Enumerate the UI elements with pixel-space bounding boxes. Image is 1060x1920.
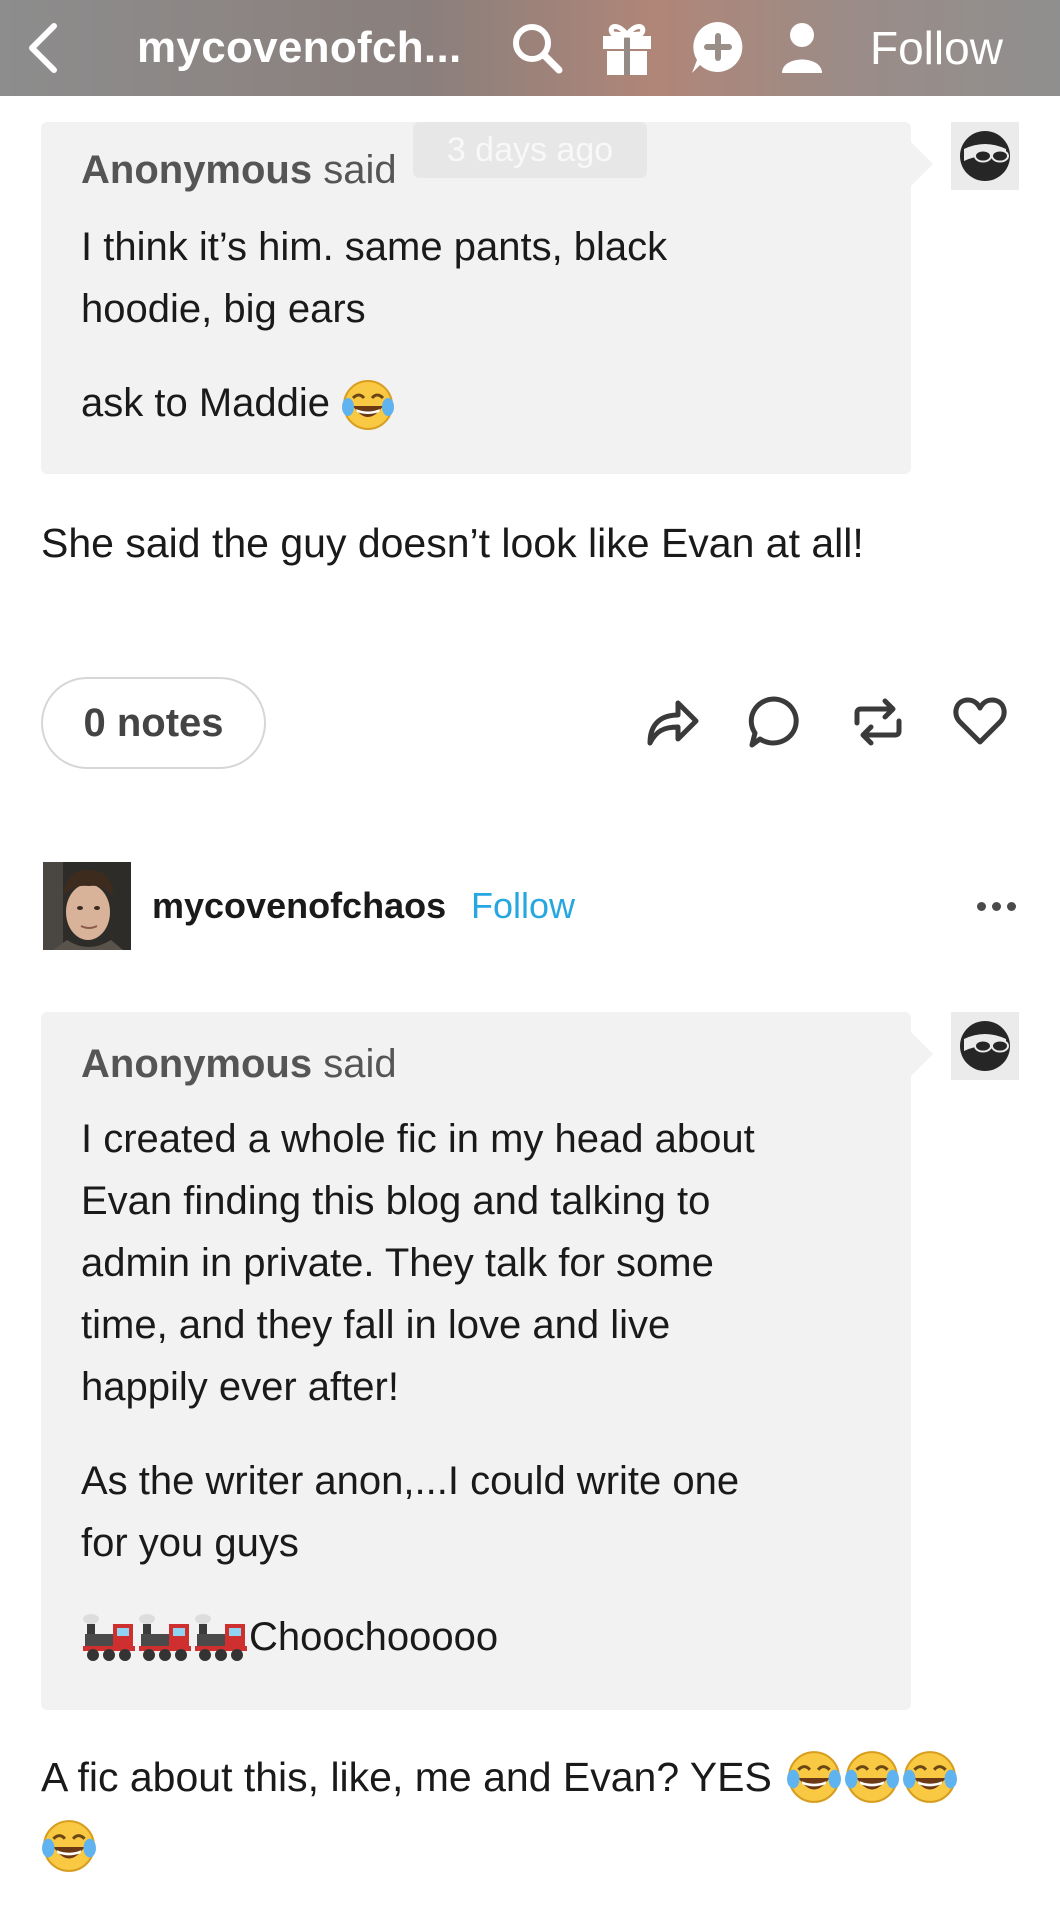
share-icon: [647, 700, 699, 746]
blog-avatar-photo: [43, 862, 131, 950]
ask-line: I created a whole fic in my head about: [81, 1117, 755, 1161]
ask-said: said: [323, 148, 397, 192]
tears-of-joy-emoji-icon: [844, 1751, 899, 1803]
post-reply: She said the guy doesn’t look like Evan …: [41, 520, 864, 566]
ask-line: admin in private. They talk for some: [81, 1241, 714, 1285]
ask-body: As the writer anon,...I could write one …: [81, 1450, 871, 1574]
ask-line: As the writer anon,...I could write one: [81, 1459, 740, 1503]
back-chevron-icon: [29, 23, 57, 73]
reply-text: A fic about this, like, me and Evan? YES: [41, 1754, 772, 1800]
locomotive-emoji-icon: [83, 1614, 135, 1661]
account-button[interactable]: [770, 14, 834, 82]
emoji-group: [786, 1749, 958, 1805]
ask-said: said: [323, 1042, 397, 1086]
ask-line: time, and they fall in love and live: [81, 1303, 671, 1347]
ask-body: I created a whole fic in my head about E…: [81, 1108, 871, 1418]
gift-icon: [603, 24, 651, 75]
reblog-icon: [854, 698, 902, 746]
ask-line: hoodie, big ears: [81, 287, 366, 331]
new-message-button[interactable]: [686, 14, 750, 82]
ask-train-line: Choochooooo: [81, 1606, 871, 1668]
post-follow-button[interactable]: Follow: [471, 886, 575, 926]
user-icon: [782, 23, 822, 73]
ask-closing-text: ask to Maddie: [81, 381, 331, 425]
ask-line: for you guys: [81, 1521, 299, 1565]
search-button[interactable]: [505, 14, 569, 82]
more-options-button[interactable]: [966, 886, 1026, 926]
dot: [1006, 901, 1016, 911]
ask-body: I think it’s him. same pants, black hood…: [81, 216, 871, 340]
ask-header: Anonymous said: [81, 1040, 871, 1088]
tears-of-joy-emoji-icon: [42, 1820, 96, 1873]
locomotive-emoji-icon: [195, 1614, 247, 1661]
notes-button[interactable]: 0 notes: [41, 677, 266, 769]
comment-icon: [748, 696, 799, 748]
add-message-icon: [692, 22, 743, 73]
anonymous-avatar: [951, 1012, 1019, 1080]
back-button[interactable]: [18, 12, 68, 84]
gift-button[interactable]: [595, 14, 659, 82]
train-text: Choochooooo: [249, 1615, 499, 1659]
ask-bubble: Anonymous said I created a whole fic in …: [41, 1012, 933, 1710]
heart-icon: [953, 697, 1007, 745]
ask-sender[interactable]: Anonymous: [81, 148, 312, 192]
anonymous-avatar: [951, 122, 1019, 190]
ask-sender[interactable]: Anonymous: [81, 1042, 312, 1086]
follow-button[interactable]: Follow: [870, 14, 1003, 82]
share-button[interactable]: [640, 690, 704, 754]
reblog-button[interactable]: [846, 690, 910, 754]
tears-of-joy-emoji-icon: [342, 380, 395, 431]
dot: [976, 901, 986, 911]
ask-line: I think it’s him. same pants, black: [81, 225, 668, 269]
dot: [991, 901, 1001, 911]
search-icon: [513, 24, 563, 74]
ask-line: happily ever after!: [81, 1365, 399, 1409]
anonymous-sunglasses-icon: [960, 1021, 1010, 1071]
timestamp-overlay: 3 days ago: [413, 122, 647, 178]
comment-button[interactable]: [742, 690, 806, 754]
reply-line: A fic about this, like, me and Evan? YES: [41, 1746, 1001, 1808]
top-bar: mycovenofch... Follow: [0, 0, 1060, 96]
tears-of-joy-emoji-icon: [902, 1751, 957, 1803]
ask-closing: ask to Maddie: [81, 372, 871, 434]
locomotive-emoji-icon: [139, 1614, 191, 1661]
post-reply: A fic about this, like, me and Evan? YES: [41, 1746, 1001, 1874]
anonymous-sunglasses-icon: [960, 131, 1010, 181]
blog-avatar[interactable]: [43, 862, 131, 950]
like-button[interactable]: [948, 690, 1012, 754]
tears-of-joy-emoji-icon: [786, 1751, 841, 1803]
post-author-name[interactable]: mycovenofchaos: [152, 886, 446, 926]
blog-title[interactable]: mycovenofch...: [137, 18, 462, 78]
ask-line: Evan finding this blog and talking to: [81, 1179, 711, 1223]
reply-line: [41, 1812, 1001, 1874]
